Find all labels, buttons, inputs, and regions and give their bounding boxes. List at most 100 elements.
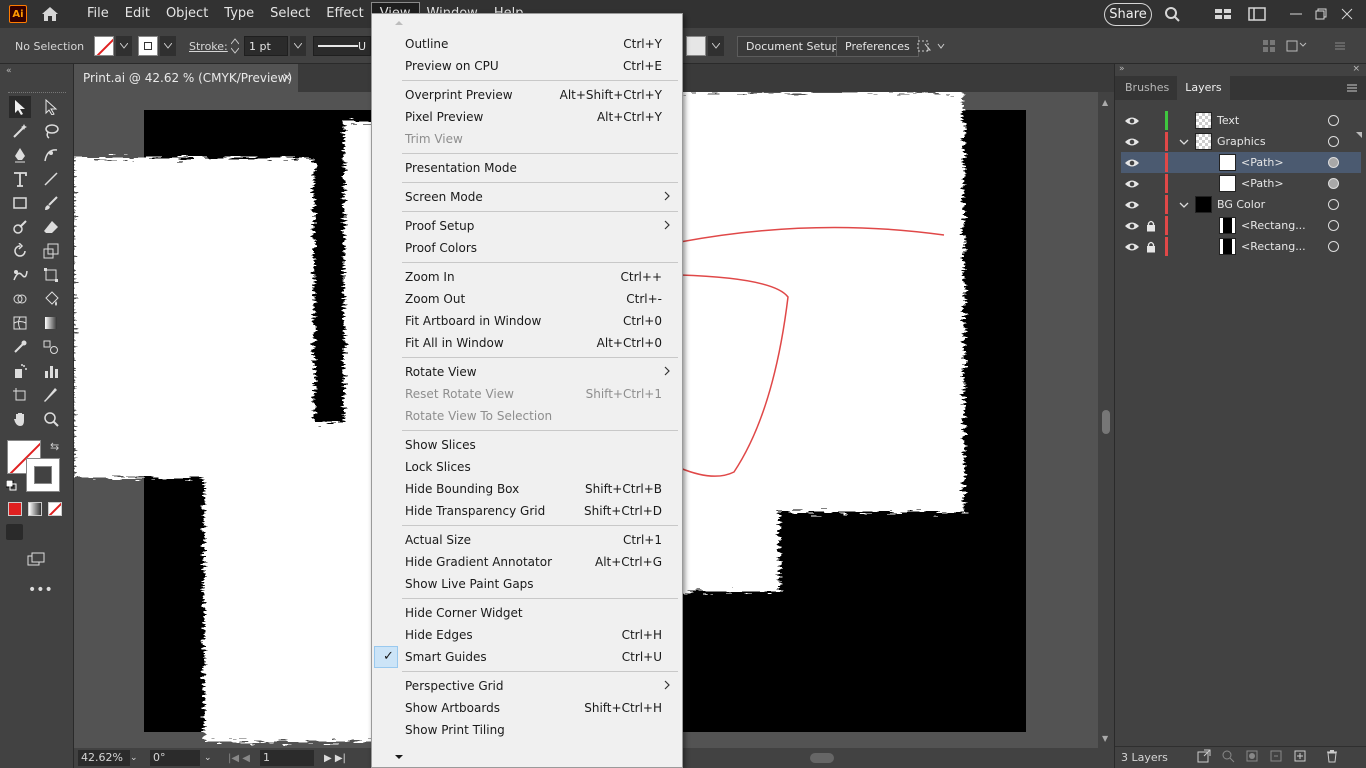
eye-icon[interactable] (1124, 157, 1140, 169)
column-graph-tool-icon[interactable] (40, 360, 62, 382)
menu-item-hide-edges[interactable]: Hide Edges Ctrl+H (372, 624, 682, 646)
home-icon[interactable] (39, 5, 61, 23)
layer-row[interactable]: <Rectang... (1121, 215, 1361, 236)
chevron-down-icon[interactable] (290, 36, 306, 56)
layer-row[interactable]: Text (1121, 110, 1361, 131)
scroll-thumb[interactable] (1102, 410, 1110, 434)
new-layer-icon[interactable] (1293, 749, 1307, 766)
curvature-tool-icon[interactable] (40, 144, 62, 166)
menu-edit[interactable]: Edit (117, 3, 158, 25)
menu-item-smart-guides[interactable]: ✓ Smart Guides Ctrl+U (372, 646, 682, 668)
style-swatch[interactable] (686, 36, 706, 56)
delete-layer-icon[interactable] (1325, 749, 1339, 766)
menu-item-hide-corner-widget[interactable]: Hide Corner Widget (372, 602, 682, 624)
eye-icon[interactable] (1124, 136, 1140, 148)
horizontal-scroll-thumb[interactable] (810, 753, 834, 763)
line-segment-tool-icon[interactable] (40, 168, 62, 190)
chevron-down-icon[interactable] (116, 36, 132, 56)
close-window-icon[interactable] (1338, 6, 1356, 22)
pen-tool-icon[interactable] (9, 144, 31, 166)
direct-selection-tool-icon[interactable] (40, 96, 62, 118)
warp-tool-icon[interactable] (9, 264, 31, 286)
control-bar-menu-icon[interactable] (1334, 28, 1346, 64)
menu-item-perspective-grid[interactable]: Perspective Grid (372, 675, 682, 697)
make-clipping-mask-icon[interactable] (1245, 749, 1259, 766)
layer-row[interactable]: Graphics (1121, 131, 1361, 152)
zoom-level-field[interactable]: 42.62% (78, 750, 130, 766)
zoom-tool-icon[interactable] (40, 408, 62, 430)
selection-tool-icon[interactable] (9, 96, 31, 118)
eraser-tool-icon[interactable] (40, 216, 62, 238)
target-icon[interactable] (1328, 115, 1339, 126)
menu-item-presentation-mode[interactable]: Presentation Mode (372, 157, 682, 179)
layer-row[interactable]: <Rectang... (1121, 236, 1361, 257)
minimize-icon[interactable] (1287, 6, 1305, 22)
chevron-down-icon[interactable] (708, 36, 724, 56)
shape-builder-tool-icon[interactable] (9, 288, 31, 310)
target-icon[interactable] (1328, 199, 1339, 210)
mesh-tool-icon[interactable] (9, 312, 31, 334)
gradient-tool-icon[interactable] (40, 312, 62, 334)
menu-item-zoom-in[interactable]: Zoom In Ctrl++ (372, 266, 682, 288)
menu-item-zoom-out[interactable]: Zoom Out Ctrl+- (372, 288, 682, 310)
menu-item-outline[interactable]: Outline Ctrl+Y (372, 33, 682, 55)
collapse-panels-icon[interactable]: » (1119, 64, 1125, 74)
eye-icon[interactable] (1124, 220, 1140, 232)
draw-normal-icon[interactable] (6, 524, 23, 540)
rotation-field[interactable]: 0° (150, 750, 200, 766)
menu-item-show-live-paint-gaps[interactable]: Show Live Paint Gaps (372, 573, 682, 595)
target-icon[interactable] (1328, 136, 1339, 147)
shaper-tool-icon[interactable] (9, 216, 31, 238)
stroke-swatch[interactable] (138, 36, 158, 56)
scroll-down-icon[interactable]: ▼ (1102, 734, 1108, 743)
menu-file[interactable]: File (79, 3, 117, 25)
menu-item-screen-mode[interactable]: Screen Mode (372, 186, 682, 208)
stroke-color-box[interactable] (26, 458, 60, 492)
lock-icon[interactable] (1146, 241, 1156, 253)
menu-item-actual-size[interactable]: Actual Size Ctrl+1 (372, 529, 682, 551)
menu-item-hide-bounding-box[interactable]: Hide Bounding Box Shift+Ctrl+B (372, 478, 682, 500)
tab-brushes[interactable]: Brushes (1117, 76, 1177, 100)
eye-icon[interactable] (1124, 241, 1140, 253)
type-tool-icon[interactable] (9, 168, 31, 190)
next-artboard-icon[interactable]: ▶ ▶| (324, 753, 346, 764)
rotate-tool-icon[interactable] (9, 240, 31, 262)
gradient-mode-icon[interactable] (28, 502, 42, 516)
blend-tool-icon[interactable] (40, 336, 62, 358)
target-icon[interactable] (1328, 220, 1339, 231)
vertical-scrollbar[interactable]: ▲ ▼ (1098, 92, 1114, 748)
arrange-documents-icon[interactable] (1214, 6, 1232, 22)
eye-icon[interactable] (1124, 199, 1140, 211)
chevron-down-icon[interactable] (1179, 137, 1189, 147)
brush-definition-select[interactable]: U (313, 36, 371, 56)
edit-toolbar-icon[interactable]: ••• (28, 582, 53, 598)
menu-object[interactable]: Object (158, 3, 216, 25)
change-screen-mode-icon[interactable] (25, 548, 47, 570)
artboard-number-field[interactable]: 1 (260, 750, 314, 766)
target-icon[interactable] (1328, 241, 1339, 252)
menu-item-fit-all-in-window[interactable]: Fit All in Window Alt+Ctrl+0 (372, 332, 682, 354)
collect-for-export-icon[interactable] (1197, 749, 1211, 766)
menu-type[interactable]: Type (216, 3, 262, 25)
scale-tool-icon[interactable] (40, 240, 62, 262)
artboard-tool-icon[interactable] (9, 384, 31, 406)
swap-fill-stroke-icon[interactable]: ⇆ (50, 440, 59, 453)
menu-item-rotate-view[interactable]: Rotate View (372, 361, 682, 383)
close-panel-icon[interactable]: × (1352, 64, 1360, 74)
lock-icon[interactable] (1146, 220, 1156, 232)
menu-item-preview-on-cpu[interactable]: Preview on CPU Ctrl+E (372, 55, 682, 77)
menu-item-proof-setup[interactable]: Proof Setup (372, 215, 682, 237)
close-tab-icon[interactable]: × (282, 70, 292, 84)
create-sublayer-icon[interactable] (1269, 749, 1283, 766)
menu-effect[interactable]: Effect (318, 3, 371, 25)
chevron-down-icon[interactable]: ⌄ (204, 753, 212, 763)
menu-item-show-print-tiling[interactable]: Show Print Tiling (372, 719, 682, 741)
first-artboard-icon[interactable]: |◀ ◀ (228, 753, 250, 764)
free-transform-tool-icon[interactable] (40, 264, 62, 286)
restore-icon[interactable] (1312, 6, 1330, 22)
eye-icon[interactable] (1124, 178, 1140, 190)
select-similar-icon[interactable] (916, 28, 946, 64)
menu-scroll-down-icon[interactable] (392, 752, 406, 762)
paintbrush-tool-icon[interactable] (40, 192, 62, 214)
symbol-sprayer-tool-icon[interactable] (9, 360, 31, 382)
